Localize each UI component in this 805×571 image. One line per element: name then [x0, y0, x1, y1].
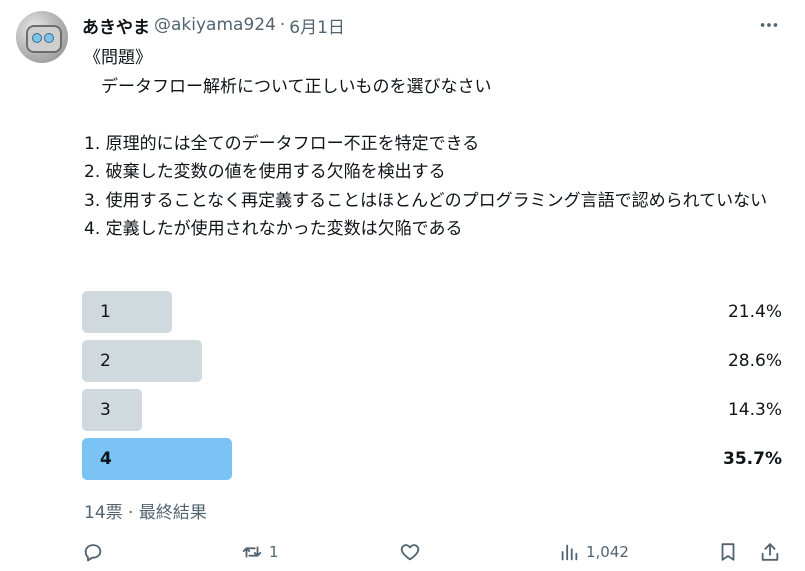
- more-options-button[interactable]: [754, 13, 784, 37]
- poll-option-label: 2: [100, 351, 111, 371]
- share-button[interactable]: [759, 538, 781, 566]
- poll-option: 1 21.4%: [82, 291, 784, 333]
- display-name[interactable]: あきやま: [82, 13, 150, 38]
- retweet-icon: [242, 546, 262, 558]
- tweet-text: 《問題》 データフロー解析について正しいものを選びなさい 1. 原理的には全ての…: [84, 48, 768, 239]
- heart-icon: [400, 544, 420, 561]
- views-count: 1,042: [586, 543, 629, 561]
- avatar-eye-left: [32, 33, 42, 43]
- bookmark-icon: [721, 543, 735, 561]
- analytics-icon: [561, 544, 578, 561]
- reply-button[interactable]: [82, 538, 110, 566]
- poll-option: 2 28.6%: [82, 340, 784, 382]
- poll-meta: 14票 · 最終結果: [84, 503, 207, 523]
- post-date[interactable]: 6月1日: [289, 13, 345, 38]
- share-icon: [761, 543, 779, 561]
- poll: 1 21.4% 2 28.6% 3 14.3% 4 35.7%: [82, 291, 784, 487]
- user-handle[interactable]: @akiyama924: [154, 15, 276, 35]
- poll-option: 4 35.7%: [82, 438, 784, 480]
- poll-option-bar: [82, 389, 142, 431]
- tweet-header: あきやま @akiyama924 · 6月1日: [82, 13, 345, 38]
- reply-icon: [84, 544, 102, 562]
- poll-option-label: 3: [100, 400, 111, 420]
- avatar-eye-right: [44, 33, 54, 43]
- poll-option-percent: 28.6%: [727, 351, 782, 371]
- poll-option-label: 4: [100, 449, 112, 469]
- poll-option-percent: 21.4%: [727, 302, 782, 322]
- poll-option-percent: 14.3%: [727, 400, 782, 420]
- poll-option: 3 14.3%: [82, 389, 784, 431]
- poll-option-bar: [82, 291, 172, 333]
- poll-option-label: 1: [100, 302, 111, 322]
- tweet: あきやま @akiyama924 · 6月1日 《問題》 データフロー解析につい…: [0, 0, 805, 571]
- like-button[interactable]: [399, 538, 427, 566]
- views-button[interactable]: 1,042: [558, 538, 629, 566]
- more-icon: [760, 23, 778, 27]
- avatar[interactable]: [16, 11, 68, 63]
- action-bar: 1 1,042: [0, 538, 805, 566]
- separator-dot: ·: [279, 15, 286, 35]
- retweet-count: 1: [269, 543, 279, 561]
- poll-option-percent: 35.7%: [723, 449, 782, 469]
- retweet-button[interactable]: 1: [241, 538, 279, 566]
- bookmark-button[interactable]: [717, 538, 739, 566]
